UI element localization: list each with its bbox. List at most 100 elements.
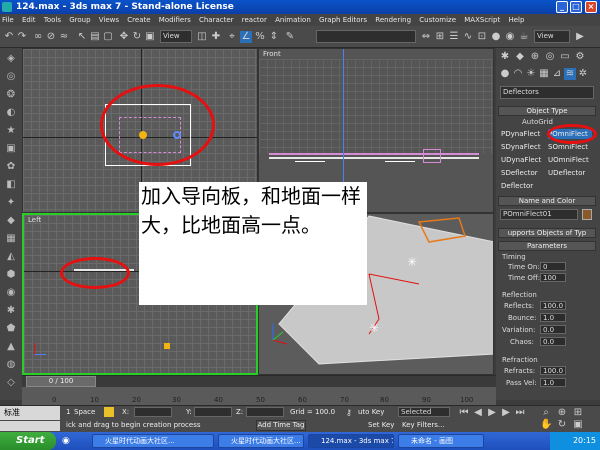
tool-icon-3[interactable]: ❂ [4,88,18,102]
utilities-tab-icon[interactable]: ⚙ [574,51,586,63]
btn-uomniflect[interactable]: UOmniFlect [548,155,592,165]
arc-rotate-icon[interactable]: ↻ [556,419,568,431]
space-warps-icon[interactable]: ≋ [564,68,576,80]
unlink-icon[interactable]: ⊘ [45,31,57,43]
btn-pdynaflect[interactable]: PDynaFlect [501,129,545,139]
geometry-icon[interactable]: ● [499,68,511,80]
tool-icon-4[interactable]: ◐ [4,106,18,120]
select-by-name-icon[interactable]: ▤ [89,31,101,43]
menu-group[interactable]: Group [69,16,90,24]
display-tab-icon[interactable]: ▭ [559,51,571,63]
rollout-object-type[interactable]: Object Type [498,106,596,116]
set-key-button[interactable]: Set Key [368,421,394,429]
tool-icon-15[interactable]: ✱ [4,304,18,318]
layer-icon[interactable]: ☰ [448,31,460,43]
cameras-icon[interactable]: ▦ [538,68,550,80]
zoom-all-icon[interactable]: ⊕ [556,407,568,419]
zoom-icon[interactable]: ⌕ [540,407,552,419]
pivot-icon[interactable]: ◫ [196,31,208,43]
schematic-view-icon[interactable]: ⊡ [476,31,488,43]
menu-modifiers[interactable]: Modifiers [159,16,191,24]
pass-vel-spinner[interactable]: 1.0 [540,378,566,387]
tool-icon-16[interactable]: ⬟ [4,322,18,336]
quick-render-icon[interactable]: ☕ [518,31,530,43]
menu-reactor[interactable]: reactor [242,16,267,24]
curve-editor-icon[interactable]: ∿ [462,31,474,43]
chaos-spinner[interactable]: 0.0 [540,337,566,346]
tool-icon-5[interactable]: ★ [4,124,18,138]
select-manipulate-icon[interactable]: ✚ [210,31,222,43]
menu-edit[interactable]: Edit [22,16,36,24]
tool-icon-1[interactable]: ◈ [4,52,18,66]
close-button[interactable]: × [585,1,597,13]
viewport-front-label[interactable]: Front [263,50,281,58]
percent-snap-icon[interactable]: % [254,31,266,43]
ime-indicator[interactable]: 标准 [0,406,60,420]
key-filters-button[interactable]: Key Filters... [402,421,445,429]
start-button[interactable]: Start [0,432,56,450]
x-coordinate-field[interactable] [134,407,172,417]
tool-icon-12[interactable]: ◭ [4,250,18,264]
systems-icon[interactable]: ✲ [577,68,589,80]
auto-key-button[interactable]: uto Key [358,408,384,416]
shapes-icon[interactable]: ◠ [512,68,524,80]
redo-icon[interactable]: ↷ [16,31,28,43]
play-icon[interactable]: ▶ [486,407,498,419]
menu-character[interactable]: Character [199,16,234,24]
time-on-spinner[interactable]: 0 [540,262,566,271]
move-icon[interactable]: ✥ [118,31,130,43]
time-off-spinner[interactable]: 100 [540,273,566,282]
menu-help[interactable]: Help [508,16,524,24]
rollout-supports-objects[interactable]: upports Objects of Typ [498,228,596,238]
select-icon[interactable]: ↖ [76,31,88,43]
named-selection-set[interactable] [316,30,416,43]
menu-animation[interactable]: Animation [275,16,311,24]
spinner-snap-icon[interactable]: ⇕ [268,31,280,43]
menu-create[interactable]: Create [127,16,150,24]
bind-space-warp-icon[interactable]: ≈ [58,31,70,43]
btn-deflector[interactable]: Deflector [501,181,545,191]
render-type-select[interactable]: View [534,30,570,43]
taskbar-item-4[interactable]: 未命名 - 画图 [398,434,484,448]
menu-tools[interactable]: Tools [44,16,61,24]
time-slider-thumb[interactable]: 0 / 100 [26,376,96,387]
prev-frame-icon[interactable]: ◀ [472,407,484,419]
tool-icon-19[interactable]: ◇ [4,376,18,390]
tool-icon-9[interactable]: ✦ [4,196,18,210]
tool-icon-2[interactable]: ◎ [4,70,18,84]
btn-sdeflector[interactable]: SDeflector [501,168,545,178]
goto-start-icon[interactable]: ⏮ [458,407,470,419]
variation-spinner[interactable]: 0.0 [540,325,566,334]
rollout-parameters[interactable]: Parameters [498,241,596,251]
region-select-icon[interactable]: ▢ [102,31,114,43]
autogrid-checkbox[interactable]: AutoGrid [522,118,553,126]
menu-rendering[interactable]: Rendering [375,16,411,24]
lock-selection-icon[interactable] [104,407,114,417]
maximize-viewport-icon[interactable]: ▣ [572,419,584,431]
time-slider[interactable]: 0 / 100 [22,375,496,387]
menu-file[interactable]: File [2,16,14,24]
hierarchy-tab-icon[interactable]: ⊕ [529,51,541,63]
pan-icon[interactable]: ✋ [540,419,552,431]
motion-tab-icon[interactable]: ◎ [544,51,556,63]
modify-tab-icon[interactable]: ◆ [514,51,526,63]
named-selection-icon[interactable]: ✎ [284,31,296,43]
tool-icon-14[interactable]: ◉ [4,286,18,300]
add-time-tag-button[interactable]: Add Time Tag [256,420,306,431]
helpers-icon[interactable]: ⊿ [551,68,563,80]
taskbar-item-2[interactable]: 火星时代动画大社区... [218,434,304,448]
taskbar-item-1[interactable]: 火星时代动画大社区... [92,434,214,448]
tool-icon-10[interactable]: ◆ [4,214,18,228]
tool-icon-6[interactable]: ▣ [4,142,18,156]
menu-customize[interactable]: Customize [419,16,456,24]
tool-icon-7[interactable]: ✿ [4,160,18,174]
minimize-button[interactable]: _ [556,1,568,13]
menu-maxscript[interactable]: MAXScript [464,16,500,24]
rotate-icon[interactable]: ↻ [131,31,143,43]
snap-icon[interactable]: ⌖ [226,31,238,43]
render-last-icon[interactable]: ▶ [574,31,586,43]
btn-udeflector[interactable]: UDeflector [548,168,592,178]
object-color-swatch[interactable] [582,209,592,220]
angle-snap-icon[interactable]: ∠ [240,31,252,43]
tool-icon-17[interactable]: ▲ [4,340,18,354]
